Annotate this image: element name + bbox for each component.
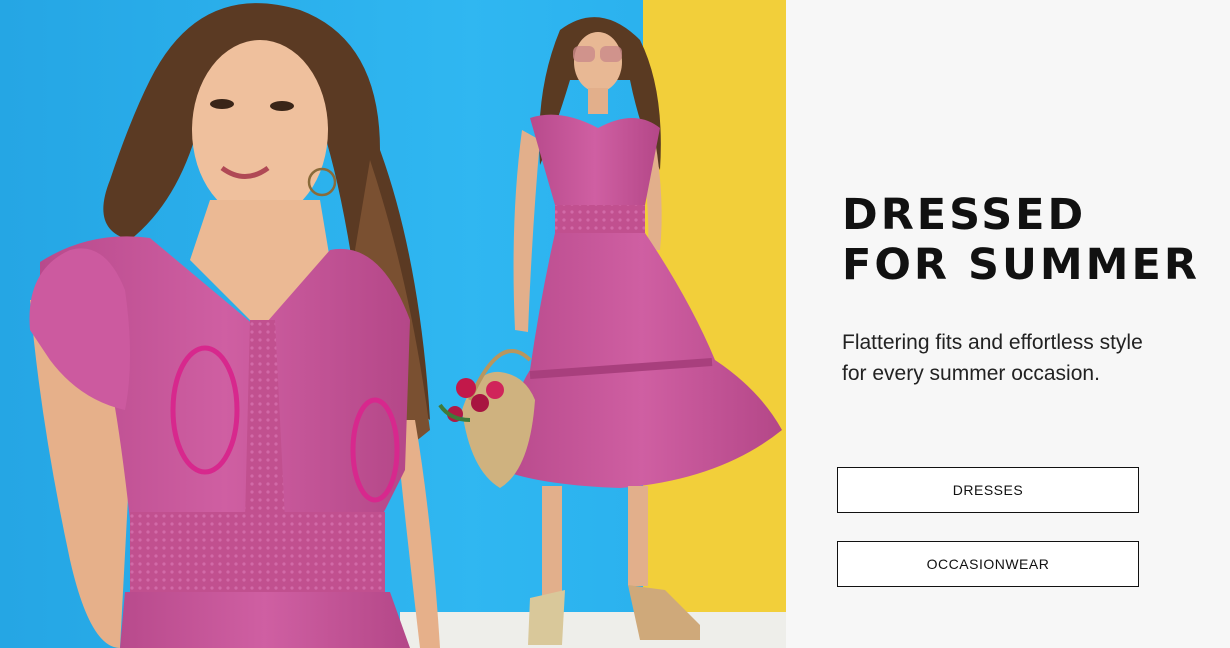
banner-headline: DRESSED FOR SUMMER bbox=[842, 190, 1200, 290]
banner-copy-panel: DRESSED FOR SUMMER Flattering fits and e… bbox=[786, 0, 1230, 648]
subtext-line-2: for every summer occasion. bbox=[842, 362, 1100, 385]
occasionwear-button[interactable]: OCCASIONWEAR bbox=[837, 541, 1139, 587]
banner-subtext: Flattering fits and effortless style for… bbox=[842, 327, 1202, 389]
model-photo-illustration bbox=[0, 0, 786, 648]
floor bbox=[400, 612, 786, 648]
subtext-line-1: Flattering fits and effortless style bbox=[842, 331, 1143, 354]
dresses-button[interactable]: DRESSES bbox=[837, 467, 1139, 513]
summer-banner: DRESSED FOR SUMMER Flattering fits and e… bbox=[0, 0, 1230, 648]
headline-line-2: FOR SUMMER bbox=[842, 240, 1200, 290]
banner-photo[interactable] bbox=[0, 0, 786, 648]
headline-line-1: DRESSED bbox=[842, 190, 1087, 240]
